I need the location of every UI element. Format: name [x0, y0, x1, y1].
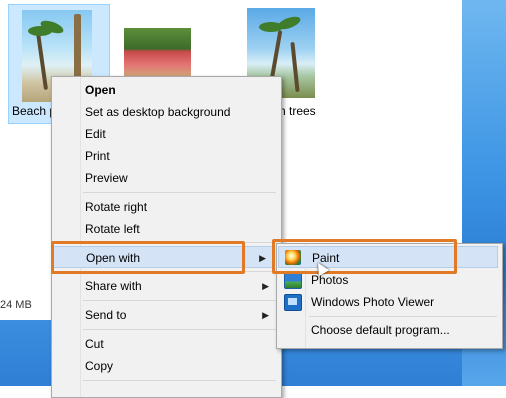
submenu-arrow-icon: ▶	[262, 310, 269, 320]
menu-separator	[83, 300, 276, 301]
palm-trunk	[290, 41, 300, 93]
menu-separator	[83, 329, 276, 330]
submenu-item-label: Windows Photo Viewer	[311, 295, 435, 309]
status-file-size: 24 MB	[0, 299, 32, 311]
menu-item-print[interactable]: Print	[53, 145, 277, 167]
beach-chairs-photo-thumbnail[interactable]	[124, 28, 191, 80]
palm-trunk	[35, 32, 49, 90]
file-name-label[interactable]: Beach p	[12, 104, 56, 118]
menu-item-rotate-left[interactable]: Rotate left	[53, 218, 277, 240]
submenu-item-choose-default-program[interactable]: Choose default program...	[278, 319, 498, 341]
menu-item-edit[interactable]: Edit	[53, 123, 277, 145]
submenu-arrow-icon: ▶	[259, 253, 266, 263]
submenu-item-windows-photo-viewer[interactable]: Windows Photo Viewer	[278, 291, 498, 313]
highlight-box-paint	[272, 239, 457, 274]
menu-item-set-desktop-background[interactable]: Set as desktop background	[53, 101, 277, 123]
menu-item-copy[interactable]: Copy	[53, 355, 277, 377]
file-name-label[interactable]: n trees	[279, 104, 316, 118]
photos-icon	[284, 272, 302, 289]
menu-separator	[309, 316, 497, 317]
menu-item-label: Share with	[85, 279, 142, 293]
highlight-box-open-with	[51, 241, 245, 274]
menu-item-label: Send to	[85, 308, 127, 322]
menu-item-cut[interactable]: Cut	[53, 333, 277, 355]
palm-frond	[276, 14, 302, 32]
menu-item-share-with[interactable]: Share with ▶	[53, 275, 277, 297]
menu-separator	[83, 380, 276, 381]
menu-item-preview[interactable]: Preview	[53, 167, 277, 189]
menu-item-open[interactable]: Open	[53, 79, 277, 101]
menu-item-send-to[interactable]: Send to ▶	[53, 304, 277, 326]
menu-separator	[83, 192, 276, 193]
menu-item-rotate-right[interactable]: Rotate right	[53, 196, 277, 218]
submenu-item-label: Photos	[311, 273, 349, 287]
photo-viewer-icon	[284, 294, 302, 311]
submenu-arrow-icon: ▶	[262, 281, 269, 291]
